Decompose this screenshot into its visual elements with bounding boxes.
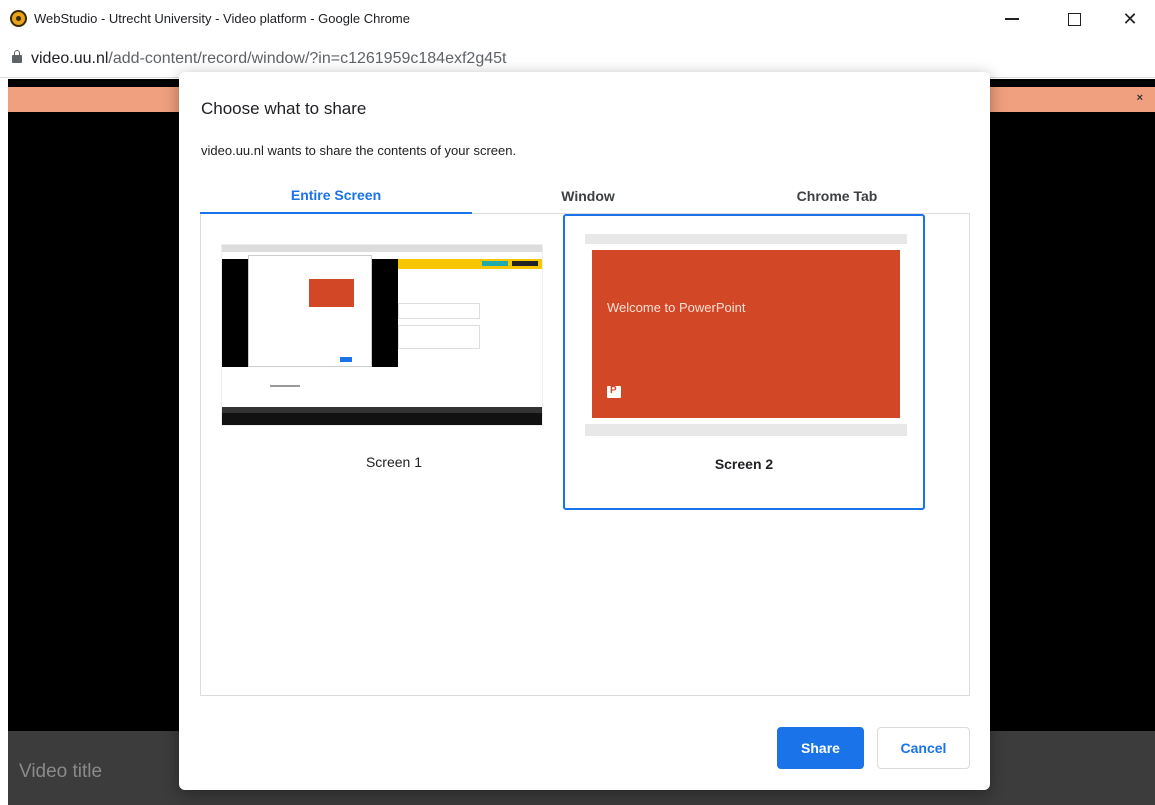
screen-2-label: Screen 2 bbox=[714, 456, 774, 472]
window-title-bar: WebStudio - Utrecht University - Video p… bbox=[0, 0, 1155, 38]
url-host: video.uu.nl bbox=[31, 50, 109, 67]
minimize-button[interactable] bbox=[990, 4, 1034, 34]
share-source-tabs: Entire Screen Window Chrome Tab bbox=[200, 177, 970, 214]
screen-1-thumbnail bbox=[221, 244, 543, 426]
url-text[interactable]: video.uu.nl/add-content/record/window/?i… bbox=[31, 50, 506, 68]
slide-title: Welcome to PowerPoint bbox=[607, 300, 746, 315]
url-path: /add-content/record/window/?in=c1261959c… bbox=[108, 50, 507, 67]
webstudio-app-icon bbox=[10, 10, 27, 27]
cancel-button[interactable]: Cancel bbox=[877, 727, 970, 769]
share-button[interactable]: Share bbox=[777, 727, 864, 769]
powerpoint-icon bbox=[607, 385, 621, 398]
tab-chrome-tab[interactable]: Chrome Tab bbox=[704, 177, 970, 214]
tab-entire-screen[interactable]: Entire Screen bbox=[200, 177, 472, 214]
video-title-input[interactable]: Video title bbox=[19, 761, 102, 783]
close-window-button[interactable]: ✕ bbox=[1108, 4, 1152, 34]
screen-picker-panel: Screen 1 Welcome to PowerPoint Screen 2 bbox=[200, 214, 970, 696]
lock-icon bbox=[12, 50, 22, 63]
screen-1-label: Screen 1 bbox=[365, 454, 423, 470]
maximize-button[interactable] bbox=[1052, 4, 1096, 34]
screen-1-option[interactable]: Screen 1 bbox=[213, 229, 575, 525]
minimize-icon bbox=[1005, 18, 1019, 20]
powerpoint-slide: Welcome to PowerPoint bbox=[592, 250, 900, 418]
banner-close-icon[interactable]: × bbox=[1137, 92, 1143, 104]
screen-2-thumbnail: Welcome to PowerPoint bbox=[585, 234, 907, 436]
close-icon: ✕ bbox=[1122, 8, 1138, 29]
dialog-subtitle: video.uu.nl wants to share the contents … bbox=[201, 143, 517, 158]
screen-2-option[interactable]: Welcome to PowerPoint Screen 2 bbox=[563, 214, 925, 510]
tab-window[interactable]: Window bbox=[472, 177, 704, 214]
dialog-title: Choose what to share bbox=[201, 99, 367, 118]
maximize-icon bbox=[1067, 12, 1081, 26]
choose-what-to-share-dialog: Choose what to share video.uu.nl wants t… bbox=[179, 72, 990, 790]
page-left-strip bbox=[0, 79, 8, 805]
window-title: WebStudio - Utrecht University - Video p… bbox=[34, 11, 410, 26]
